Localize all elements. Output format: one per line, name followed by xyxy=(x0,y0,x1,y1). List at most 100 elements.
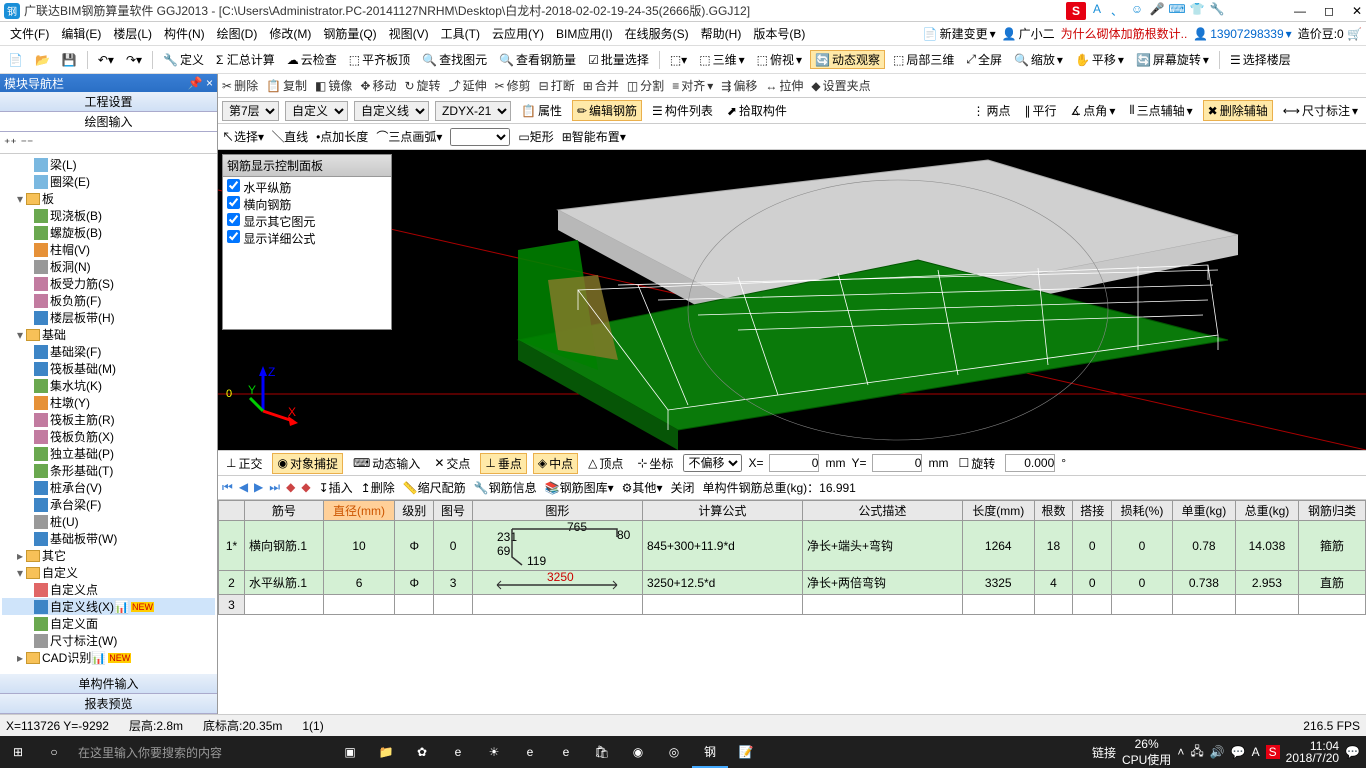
menu-rebar[interactable]: 钢筋量(Q) xyxy=(317,25,382,42)
pick-member-btn[interactable]: ⬈拾取构件 xyxy=(723,101,791,120)
tray-up[interactable]: ˄ xyxy=(1177,745,1184,759)
table-row[interactable]: 3 xyxy=(219,595,1366,615)
delete-row-btn[interactable]: ↥删除 xyxy=(361,479,395,496)
cloud-check-btn[interactable]: ☁云检查 xyxy=(283,51,341,68)
menu-draw[interactable]: 绘图(D) xyxy=(211,25,264,42)
op-align[interactable]: ≡对齐▾ xyxy=(672,77,713,94)
x-input[interactable] xyxy=(769,454,819,472)
tree-pit[interactable]: 集水坑(K) xyxy=(2,377,215,394)
tree-cbeam[interactable]: 承台梁(F) xyxy=(2,496,215,513)
ime-kb[interactable]: ⌨ xyxy=(1168,2,1186,20)
flat-top-btn[interactable]: ⬚平齐板顶 xyxy=(345,51,414,68)
tree-fband[interactable]: 基础板带(W) xyxy=(2,530,215,547)
menu-tool[interactable]: 工具(T) xyxy=(435,25,486,42)
tree-pcap[interactable]: 桩承台(V) xyxy=(2,479,215,496)
next-btn[interactable]: ▶ xyxy=(254,480,263,495)
phone-label[interactable]: 👤13907298339▾ xyxy=(1193,27,1291,41)
tb-app4[interactable]: ◉ xyxy=(620,736,656,768)
col-shape[interactable]: 图形 xyxy=(472,501,642,521)
tb-app5[interactable]: ◎ xyxy=(656,736,692,768)
menu-online[interactable]: 在线服务(S) xyxy=(619,25,695,42)
osnap-btn[interactable]: ◉对象捕捉 xyxy=(272,453,343,474)
tree-pier[interactable]: 柱墩(Y) xyxy=(2,394,215,411)
code-select[interactable]: ZDYX-21 xyxy=(435,101,511,121)
close-btn[interactable]: ✕ xyxy=(1352,4,1362,18)
tree-cap[interactable]: 柱帽(V) xyxy=(2,241,215,258)
viewport-3d[interactable]: 钢筋显示控制面板 水平纵筋 横向钢筋 显示其它图元 显示详细公式 xyxy=(218,150,1366,450)
col-dia[interactable]: 直径(mm) xyxy=(323,501,395,521)
menu-bim[interactable]: BIM应用(I) xyxy=(550,25,619,42)
parallel-btn[interactable]: ∥平行 xyxy=(1021,101,1061,120)
chk-formula[interactable]: 显示详细公式 xyxy=(227,230,387,247)
col-cnt[interactable]: 根数 xyxy=(1034,501,1073,521)
col-grade[interactable]: 级别 xyxy=(395,501,434,521)
tree-cast[interactable]: 现浇板(B) xyxy=(2,207,215,224)
tree-ring[interactable]: 圈梁(E) xyxy=(2,173,215,190)
arc3-tool[interactable]: ⌒三点画弧▾ xyxy=(376,128,442,145)
user-label[interactable]: 👤广小二 xyxy=(1002,25,1055,42)
ime-emoji[interactable]: ☺ xyxy=(1128,2,1146,20)
op-delete[interactable]: ✂删除 xyxy=(222,77,258,94)
tb-store[interactable]: 🛍 xyxy=(584,736,620,768)
save-btn[interactable]: 💾 xyxy=(58,53,81,67)
redo-btn[interactable]: ↷▾ xyxy=(122,53,146,67)
tray-cpu[interactable]: 26% CPU使用 xyxy=(1122,737,1171,768)
undo-btn[interactable]: ↶▾ xyxy=(94,53,118,67)
find-elem-btn[interactable]: 🔍查找图元 xyxy=(418,51,491,68)
nav-tab-report[interactable]: 报表预览 xyxy=(0,694,217,714)
tree-spiral[interactable]: 螺旋板(B) xyxy=(2,224,215,241)
front-view-btn[interactable]: ⬚俯视▾ xyxy=(753,51,806,68)
tb-app6[interactable]: 📝 xyxy=(728,736,764,768)
tree-fb[interactable]: 基础梁(F) xyxy=(2,343,215,360)
tray-clock[interactable]: 11:042018/7/20 xyxy=(1286,740,1339,764)
tree-strip[interactable]: 条形基础(T) xyxy=(2,462,215,479)
op-grip[interactable]: ◆设置夹点 xyxy=(811,77,870,94)
col-formula[interactable]: 计算公式 xyxy=(642,501,802,521)
y-input[interactable] xyxy=(872,454,922,472)
first-btn[interactable]: ⏮ xyxy=(222,480,233,495)
zoom-btn[interactable]: 🔍缩放▾ xyxy=(1010,51,1067,68)
col-desc[interactable]: 公式描述 xyxy=(802,501,962,521)
smart-layout-btn[interactable]: ⊞智能布置▾ xyxy=(562,128,626,145)
batch-select-btn[interactable]: ☑批量选择 xyxy=(584,51,653,68)
two-pt-btn[interactable]: ⋮两点 xyxy=(969,101,1015,120)
prop-btn[interactable]: 📋属性 xyxy=(517,101,566,120)
tray-vol-icon[interactable]: 🔊 xyxy=(1210,745,1225,759)
dim-label-btn[interactable]: ⟷尺寸标注▾ xyxy=(1279,101,1362,120)
col-loss[interactable]: 损耗(%) xyxy=(1112,501,1173,521)
new-btn[interactable]: 📄 xyxy=(4,53,27,67)
tray-ime-a[interactable]: A xyxy=(1252,745,1260,759)
tb-ie[interactable]: e xyxy=(548,736,584,768)
view-rebar-btn[interactable]: 🔍查看钢筋量 xyxy=(495,51,580,68)
line-tool[interactable]: ╲直线 xyxy=(272,128,308,145)
notice-link[interactable]: 为什么砌体加筋根数计.. xyxy=(1061,25,1188,42)
tray-ime-s[interactable]: S xyxy=(1266,745,1280,759)
sum-btn[interactable]: Σ 汇总计算 xyxy=(212,51,279,68)
tree-iso[interactable]: 独立基础(P) xyxy=(2,445,215,462)
dyn-input-btn[interactable]: ⌨动态输入 xyxy=(349,454,424,473)
ime-skin[interactable]: 👕 xyxy=(1188,2,1206,20)
tree-cpoint[interactable]: 自定义点 xyxy=(2,581,215,598)
op-offset[interactable]: ⇶偏移 xyxy=(721,77,757,94)
tree-beam[interactable]: 梁(L) xyxy=(2,156,215,173)
cross-btn[interactable]: ✕交点 xyxy=(430,454,474,473)
tree-rneg[interactable]: 筏板负筋(X) xyxy=(2,428,215,445)
member-list-btn[interactable]: ☰构件列表 xyxy=(648,101,717,120)
dyn-view-btn[interactable]: 🔄动态观察 xyxy=(810,50,885,69)
edit-rebar-btn[interactable]: ✏编辑钢筋 xyxy=(572,100,642,121)
ortho-btn[interactable]: ⊥正交 xyxy=(222,454,266,473)
tree-cline[interactable]: 自定义线(X)📊NEW xyxy=(2,598,215,615)
op-rotate[interactable]: ↻旋转 xyxy=(404,77,440,94)
coord-btn[interactable]: ⊹坐标 xyxy=(633,454,677,473)
tree-band[interactable]: 楼层板带(H) xyxy=(2,309,215,326)
floor-select[interactable]: 第7层 xyxy=(222,101,279,121)
insert-btn[interactable]: ↧插入 xyxy=(319,479,353,496)
rebar-lib-btn[interactable]: 📚钢筋图库▾ xyxy=(545,479,614,496)
nav-a[interactable]: ◆ xyxy=(286,480,295,495)
tb-app1[interactable]: 📁 xyxy=(368,736,404,768)
collapse-all-icon[interactable]: ⁻⁻ xyxy=(21,136,34,150)
tree-hole[interactable]: 板洞(N) xyxy=(2,258,215,275)
col-code[interactable]: 图号 xyxy=(434,501,473,521)
tree-force[interactable]: 板受力筋(S) xyxy=(2,275,215,292)
col-tw[interactable]: 总重(kg) xyxy=(1235,501,1298,521)
